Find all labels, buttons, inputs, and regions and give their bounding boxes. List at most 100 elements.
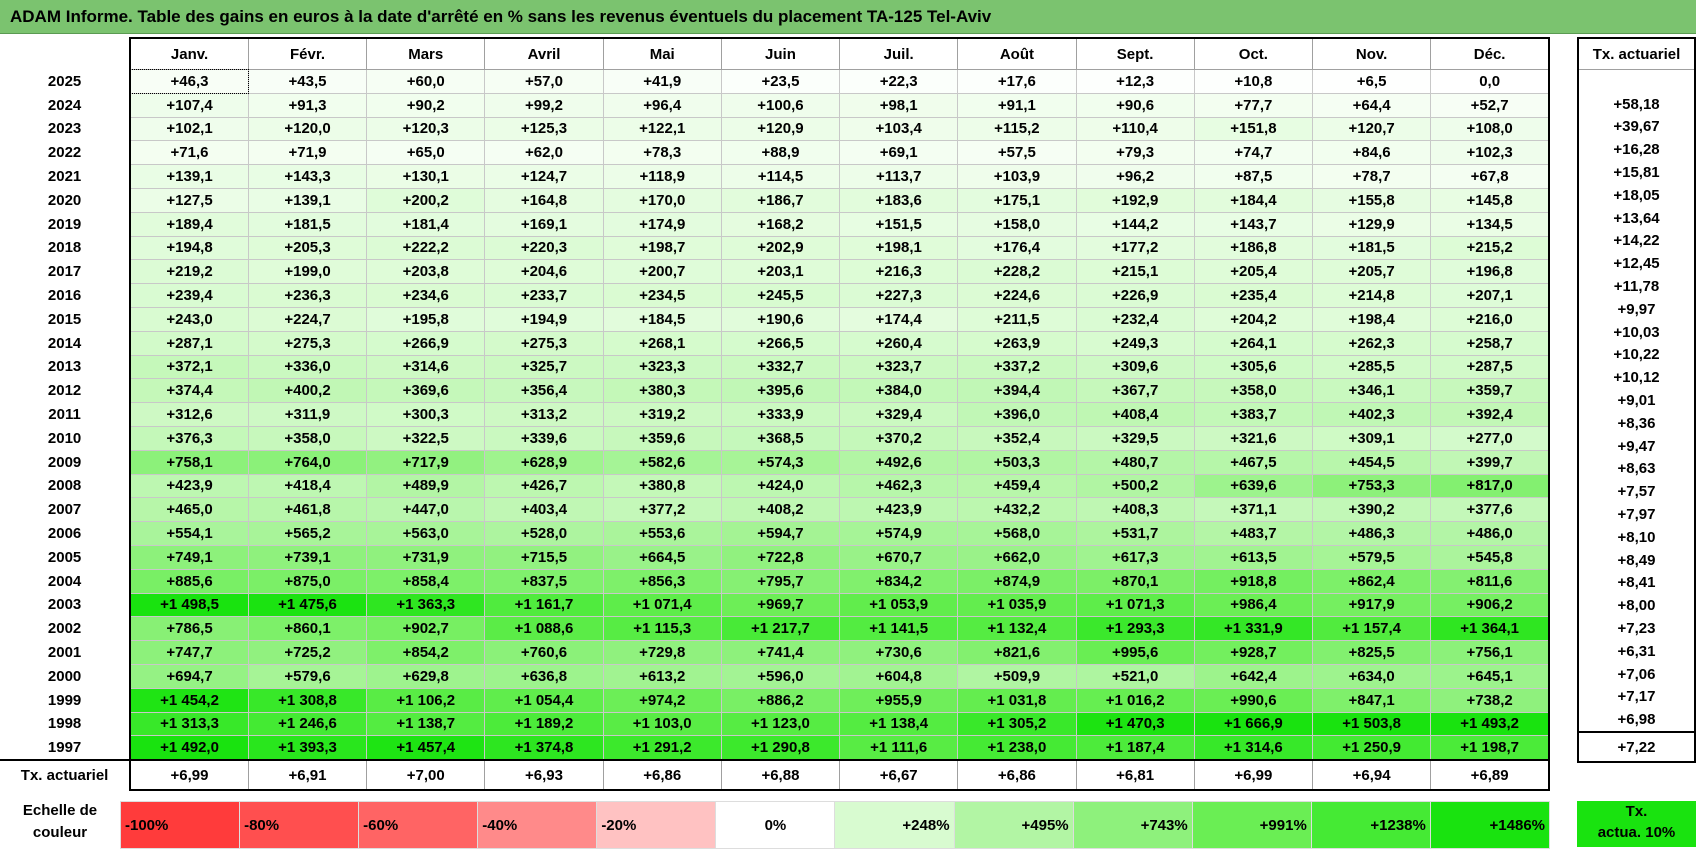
- gain-cell: +528,0: [484, 521, 604, 546]
- rate-cell: +7,57: [1577, 480, 1696, 504]
- gain-cell: +454,5: [1311, 449, 1432, 475]
- gain-cell: +974,2: [602, 687, 722, 713]
- footer-rate-cell: +6,94: [1311, 759, 1432, 792]
- gain-cell: +795,7: [720, 568, 841, 594]
- gain-cell: +177,2: [1075, 235, 1195, 261]
- rate-cell: +11,78: [1577, 275, 1696, 298]
- gain-cell: +1 161,7: [484, 592, 604, 618]
- gain-cell: +199,0: [247, 259, 368, 285]
- month-header: Janv.: [129, 37, 249, 70]
- gain-cell: +825,5: [1311, 640, 1432, 665]
- gain-cell: +447,0: [366, 497, 486, 523]
- gain-cell: +408,4: [1075, 402, 1195, 427]
- gain-cell: +77,7: [1193, 92, 1314, 118]
- gain-cell: +423,9: [129, 473, 249, 499]
- table-row: 2002 +786,5 +860,1 +902,7 +1 088,6 +1 115,3 +1…: [0, 616, 1551, 642]
- gain-cell: +760,6: [484, 640, 604, 665]
- gain-cell: +60,0: [366, 69, 486, 94]
- gain-cell: +582,6: [602, 449, 722, 475]
- gain-cell: +402,3: [1311, 402, 1432, 427]
- gain-cell: +1 293,3: [1075, 616, 1195, 642]
- gain-cell: +239,4: [129, 283, 249, 308]
- rate-cell: +15,81: [1577, 161, 1696, 184]
- color-scale-step: +495%: [953, 801, 1074, 849]
- year-label: 2012: [0, 378, 132, 403]
- gain-cell: +144,2: [1075, 211, 1195, 237]
- month-header: Juin: [720, 37, 841, 70]
- gain-cell: +1 308,8: [247, 687, 368, 713]
- color-scale-label-line1: Echelle de: [22, 802, 98, 819]
- month-header: Déc.: [1430, 37, 1551, 70]
- rate-cell: +39,67: [1577, 115, 1696, 139]
- gain-cell: +642,4: [1193, 663, 1314, 689]
- gain-cell: +204,6: [484, 259, 604, 285]
- gain-cell: +71,6: [129, 140, 249, 166]
- gain-cell: +531,7: [1075, 521, 1195, 546]
- gain-cell: +370,2: [839, 425, 959, 451]
- gain-cell: +1 132,4: [957, 616, 1077, 642]
- footer-rate-cell: +6,99: [129, 759, 249, 792]
- gain-cell: +380,3: [602, 378, 722, 404]
- gain-cell: +1 198,7: [1430, 735, 1551, 762]
- gain-cell: +1 053,9: [839, 592, 959, 618]
- color-scale-step: -60%: [358, 801, 479, 849]
- table-row: 2016 +239,4 +236,3 +234,6 +233,7 +234,5 +245,5…: [0, 283, 1551, 308]
- gain-cell: +329,4: [839, 402, 959, 427]
- gain-cell: +65,0: [366, 140, 486, 166]
- table-row: 1999 +1 454,2 +1 308,8 +1 106,2 +1 054,4 +974…: [0, 687, 1551, 713]
- rate-scale-line1: Tx.: [1625, 803, 1648, 820]
- gain-cell: +200,7: [602, 259, 722, 285]
- gain-cell: +465,0: [129, 497, 249, 523]
- gain-cell: +215,2: [1430, 235, 1551, 261]
- gain-cell: +224,7: [247, 306, 368, 332]
- color-scale-step: +991%: [1191, 801, 1312, 849]
- gain-cell: +91,1: [957, 92, 1077, 118]
- gain-cell: +158,0: [957, 211, 1077, 237]
- gain-cell: +114,5: [720, 164, 841, 189]
- table-row: 2025 +46,3 +43,5 +60,0 +57,0 +41,9 +23,5 +22,3 +…: [0, 68, 1551, 95]
- gain-cell: +489,9: [366, 473, 486, 499]
- gain-cell: +739,1: [247, 544, 368, 570]
- gain-cell: +186,8: [1193, 235, 1314, 261]
- gain-cell: +874,9: [957, 568, 1077, 594]
- gain-cell: +847,1: [1311, 687, 1432, 713]
- gain-cell: +67,8: [1430, 164, 1551, 189]
- color-scale-step: +1238%: [1310, 801, 1431, 849]
- gain-cell: +264,1: [1193, 330, 1314, 356]
- gain-cell: +198,4: [1311, 306, 1432, 332]
- table-row: 2011 +312,6 +311,9 +300,3 +313,2 +319,2 +333,9…: [0, 402, 1551, 427]
- rate-cell: +6,31: [1577, 639, 1696, 663]
- gain-cell: +596,0: [720, 663, 841, 689]
- gain-cell: +215,1: [1075, 259, 1195, 285]
- gain-cell: +400,2: [247, 378, 368, 404]
- table-row: 2018 +194,8 +205,3 +222,2 +220,3 +198,7 +202,9…: [0, 235, 1551, 261]
- gain-cell: +194,9: [484, 306, 604, 332]
- year-label: 2000: [0, 664, 132, 689]
- year-label: 2004: [0, 569, 132, 594]
- gain-cell: +88,9: [720, 140, 841, 166]
- gain-cell: +10,8: [1193, 69, 1314, 94]
- gain-cell: +205,4: [1193, 259, 1314, 285]
- gain-cell: +565,2: [247, 521, 368, 546]
- gain-cell: +164,8: [484, 187, 604, 213]
- gain-cell: +1 503,8: [1311, 711, 1432, 737]
- gain-cell: +1 666,9: [1193, 711, 1314, 737]
- rate-cell: +8,63: [1577, 457, 1696, 481]
- gain-cell: +168,2: [720, 211, 841, 237]
- gain-cell: +118,9: [602, 164, 722, 189]
- gain-cell: +202,9: [720, 235, 841, 261]
- gain-cell: +636,8: [484, 663, 604, 689]
- gain-cell: +129,9: [1311, 211, 1432, 237]
- gain-cell: +738,2: [1430, 687, 1551, 713]
- gain-cell: +145,8: [1430, 187, 1551, 213]
- gain-cell: +1 088,6: [484, 616, 604, 642]
- table-row: 2009 +758,1 +764,0 +717,9 +628,9 +582,6 +574,3…: [0, 449, 1551, 475]
- gain-cell: +1 031,8: [957, 687, 1077, 713]
- table-row: 1997 +1 492,0 +1 393,3 +1 457,4 +1 374,8 +1 2…: [0, 735, 1551, 762]
- gain-cell: +103,9: [957, 164, 1077, 189]
- gain-cell: +509,9: [957, 663, 1077, 689]
- color-scale-step: -100%: [119, 801, 241, 849]
- table-row: 2000 +694,7 +579,6 +629,8 +636,8 +613,2 +596,0…: [0, 663, 1551, 689]
- year-label: 2006: [0, 521, 132, 546]
- gain-cell: +1 123,0: [720, 711, 841, 737]
